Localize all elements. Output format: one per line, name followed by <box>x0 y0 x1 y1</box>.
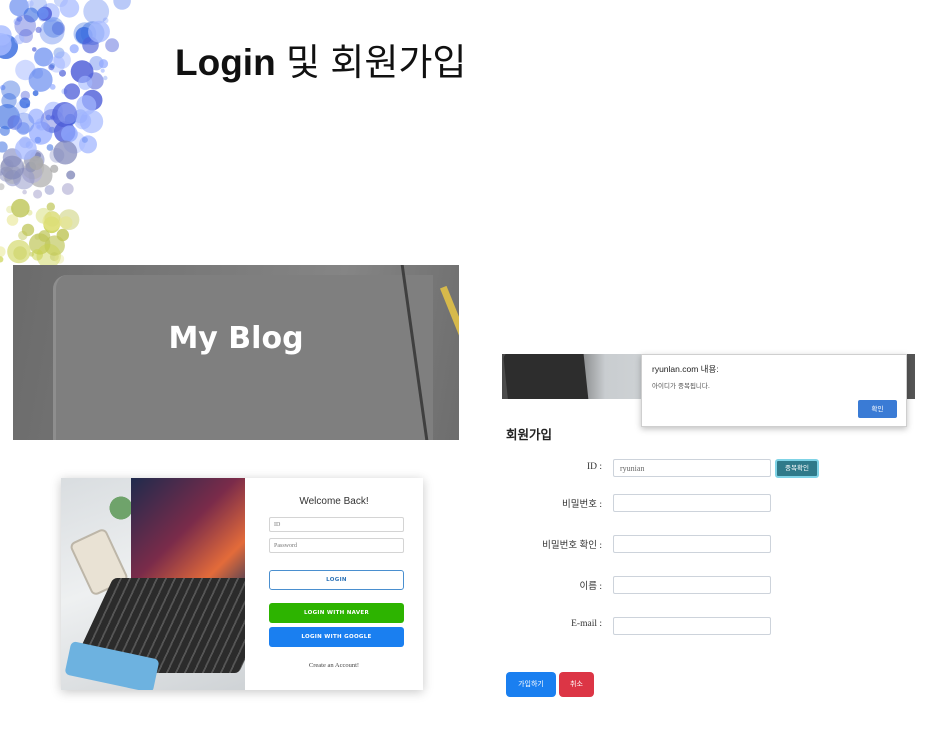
password-label: 비밀번호 : <box>562 500 602 510</box>
create-account-link[interactable]: Create an Account! <box>245 662 423 669</box>
blog-header-banner: My Blog <box>13 265 459 440</box>
password-confirm-input[interactable] <box>613 535 771 553</box>
email-label: E-mail : <box>571 619 602 629</box>
laptop-desk-photo <box>61 478 245 690</box>
phone-image <box>503 354 589 399</box>
slide-title-kr: 및 회원가입 <box>285 42 467 83</box>
signup-title: 회원가입 <box>506 427 553 442</box>
blog-title: My Blog <box>168 321 304 356</box>
login-form: Welcome Back! ID Password LOGIN LOGIN WI… <box>245 478 423 690</box>
login-button[interactable]: LOGIN <box>269 570 404 590</box>
cancel-button[interactable]: 취소 <box>559 672 594 697</box>
slide-title-en: Login <box>175 42 276 83</box>
login-id-input[interactable]: ID <box>269 517 404 532</box>
join-button[interactable]: 가입하기 <box>506 672 556 697</box>
welcome-heading: Welcome Back! <box>299 496 369 507</box>
laptop-screen-image <box>131 478 245 593</box>
dialog-title: ryunlan.com 내용: <box>652 364 719 374</box>
notebook-image <box>53 275 433 440</box>
name-label: 이름 : <box>579 582 603 592</box>
dialog-ok-button[interactable]: 확인 <box>858 400 897 418</box>
password-input[interactable] <box>613 494 771 512</box>
duplicate-check-button[interactable]: 중복확인 <box>775 459 819 478</box>
login-with-naver-button[interactable]: LOGIN WITH NAVER <box>269 603 404 623</box>
name-input[interactable] <box>613 576 771 594</box>
dialog-message: 아이디가 중복됩니다. <box>652 382 710 390</box>
id-label: ID : <box>586 462 602 472</box>
password-confirm-label: 비밀번호 확인 : <box>542 541 602 551</box>
slide-title: Login 및 회원가입 <box>175 32 466 86</box>
login-with-google-button[interactable]: LOGIN WITH GOOGLE <box>269 627 404 647</box>
login-password-input[interactable]: Password <box>269 538 404 553</box>
email-input[interactable] <box>613 617 771 635</box>
duplicate-id-alert-dialog: ryunlan.com 내용: 아이디가 중복됩니다. 확인 <box>641 354 907 427</box>
login-card: Welcome Back! ID Password LOGIN LOGIN WI… <box>61 478 423 690</box>
id-input[interactable]: ryunian <box>613 459 771 477</box>
